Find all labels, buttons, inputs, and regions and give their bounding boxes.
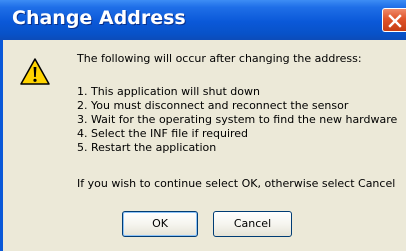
title-bar[interactable]: Change Address	[0, 0, 406, 40]
window-title: Change Address	[12, 7, 186, 29]
steps-list: 1. This application will shut down 2. Yo…	[77, 85, 397, 155]
step-item: 2. You must disconnect and reconnect the…	[77, 99, 349, 112]
step-item: 4. Select the INF file if required	[77, 127, 249, 140]
ok-button[interactable]: OK	[122, 211, 198, 237]
warning-icon	[20, 58, 50, 85]
close-button[interactable]	[382, 8, 406, 32]
dialog-intro-text: The following will occur after changing …	[77, 52, 362, 65]
close-icon	[388, 14, 402, 28]
confirm-text: If you wish to continue select OK, other…	[77, 177, 396, 190]
window-frame-left	[0, 40, 3, 251]
step-item: 5. Restart the application	[77, 141, 217, 154]
step-item: 3. Wait for the operating system to find…	[77, 113, 398, 126]
cancel-button[interactable]: Cancel	[213, 211, 292, 237]
step-item: 1. This application will shut down	[77, 85, 260, 98]
